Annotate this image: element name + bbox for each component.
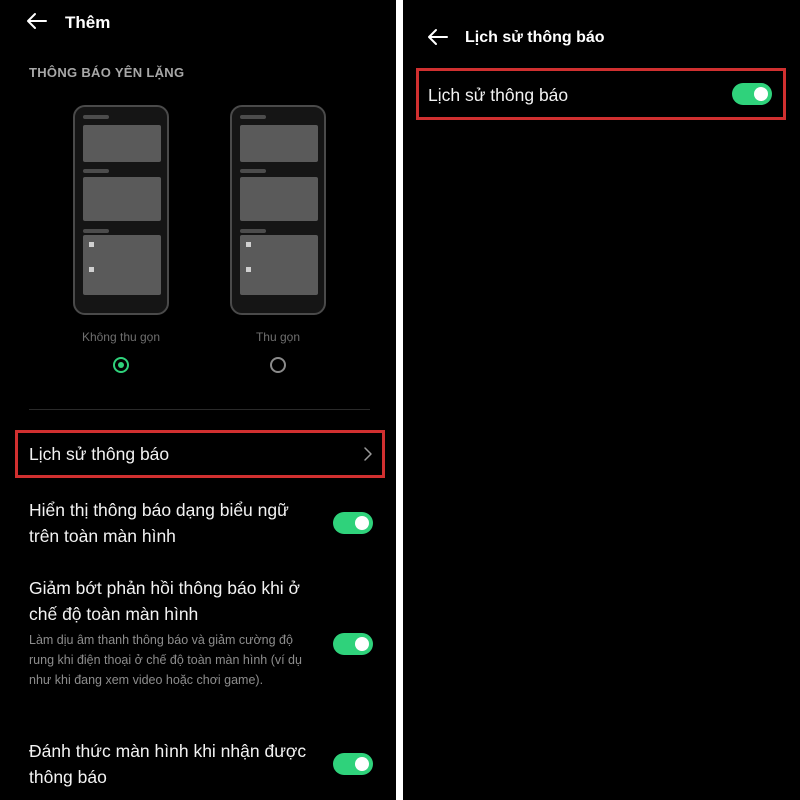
toggle-notification-history[interactable] (732, 83, 772, 105)
option-label-collapsed: Thu gọn (255, 330, 301, 344)
toggle-fullscreen-banner[interactable] (333, 512, 373, 534)
back-arrow-icon[interactable] (427, 28, 449, 46)
radio-not-collapsed[interactable] (113, 357, 129, 373)
back-arrow-icon[interactable] (26, 12, 48, 30)
option-label-not-collapsed: Không thu gọn (81, 330, 161, 344)
top-bar: Lịch sử thông báo (403, 0, 800, 46)
setting-reduce-feedback-label: Giảm bớt phản hồi thông báo khi ở chế độ… (29, 578, 301, 624)
settings-screen-more: Thêm THÔNG BÁO YÊN LẶNG Không thu gọn Th… (0, 0, 396, 800)
chevron-right-icon (364, 447, 372, 461)
section-title-silent-notifications: THÔNG BÁO YÊN LẶNG (29, 65, 185, 80)
setting-reduce-feedback-description: Làm dịu âm thanh thông báo và giảm cường… (29, 633, 302, 687)
notification-history-label: Lịch sử thông báo (29, 444, 170, 464)
notification-history-screen: Lịch sử thông báo Lịch sử thông báo (403, 0, 800, 800)
divider (29, 409, 370, 410)
notification-history-toggle-label: Lịch sử thông báo (428, 85, 569, 105)
toggle-wake-screen[interactable] (333, 753, 373, 775)
setting-fullscreen-banner-label: Hiển thị thông báo dạng biểu ngữ trên to… (29, 500, 289, 546)
setting-wake-screen-label: Đánh thức màn hình khi nhận được thông b… (29, 741, 307, 787)
radio-collapsed[interactable] (270, 357, 286, 373)
preview-collapsed[interactable] (230, 105, 326, 315)
preview-not-collapsed[interactable] (73, 105, 169, 315)
toggle-reduce-feedback[interactable] (333, 633, 373, 655)
page-title: Thêm (65, 13, 111, 32)
top-bar: Thêm (0, 0, 396, 44)
page-title: Lịch sử thông báo (465, 29, 605, 46)
